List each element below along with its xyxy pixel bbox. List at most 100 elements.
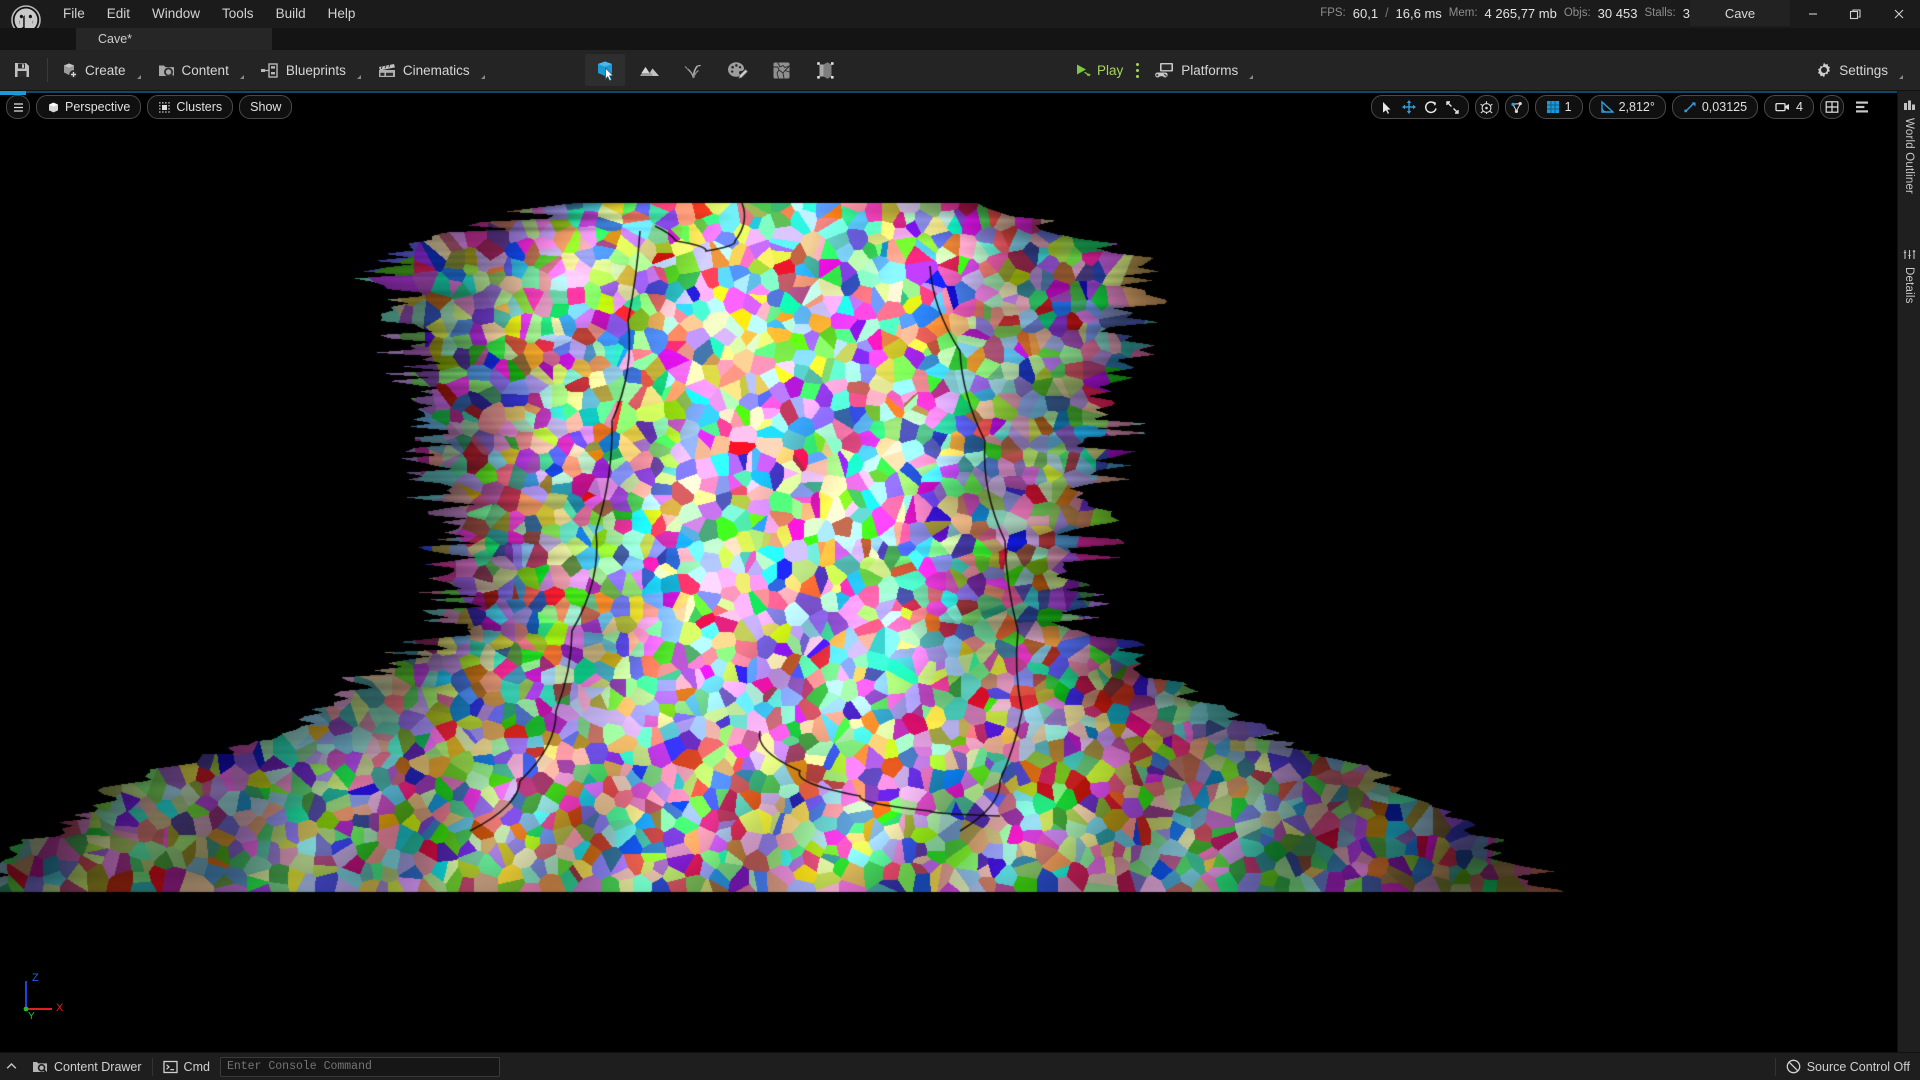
axis-x-label: X bbox=[56, 1002, 64, 1014]
title-bar: File Edit Window Tools Build Help FPS: 6… bbox=[0, 0, 1920, 35]
mem-label: Mem: bbox=[1448, 7, 1478, 19]
blueprints-node-icon bbox=[260, 62, 278, 78]
content-button[interactable]: Content bbox=[148, 50, 251, 90]
fps-value: 60,1 bbox=[1352, 5, 1379, 21]
save-button[interactable] bbox=[0, 50, 44, 90]
create-cube-icon bbox=[64, 63, 78, 79]
scale-snap-icon bbox=[1684, 102, 1696, 113]
axis-y-label: Y bbox=[28, 1011, 35, 1021]
play-icon bbox=[1077, 64, 1091, 77]
select-tool-button[interactable] bbox=[1376, 97, 1398, 117]
rotate-tool-button[interactable] bbox=[1420, 97, 1442, 117]
scale-tool-button[interactable] bbox=[1442, 97, 1464, 117]
scale-snap-control[interactable]: 0,03125 bbox=[1671, 95, 1759, 119]
console-command-input[interactable] bbox=[219, 1056, 500, 1077]
kebab-dot bbox=[1135, 62, 1139, 66]
hamburger-menu-icon bbox=[13, 102, 23, 112]
menu-item-help[interactable]: Help bbox=[317, 0, 367, 28]
gear-icon bbox=[1818, 62, 1831, 78]
platforms-label: Platforms bbox=[1181, 62, 1239, 78]
viewport-show-button[interactable]: Show bbox=[239, 95, 293, 119]
maximize-button[interactable] bbox=[1834, 0, 1877, 28]
mesh-paint-mode-icon bbox=[727, 61, 748, 79]
expand-drawer-chevron[interactable] bbox=[0, 1053, 22, 1080]
details-icon bbox=[1903, 250, 1915, 260]
chevron-down-icon bbox=[356, 75, 361, 79]
unreal-editor-window: File Edit Window Tools Build Help FPS: 6… bbox=[0, 0, 1920, 1080]
project-tab-label: Cave* bbox=[98, 32, 133, 46]
content-drawer-label: Content Drawer bbox=[54, 1059, 142, 1074]
window-controls bbox=[1791, 0, 1920, 28]
menu-item-build[interactable]: Build bbox=[265, 0, 317, 28]
axis-z-label: Z bbox=[32, 972, 39, 984]
play-button[interactable]: Play bbox=[1068, 54, 1129, 86]
content-folder-icon bbox=[158, 65, 175, 78]
platforms-gamepad-icon bbox=[1155, 62, 1174, 77]
perspective-label: Perspective bbox=[65, 100, 131, 114]
play-options-button[interactable] bbox=[1129, 54, 1145, 86]
axis-gizmo: Z X Y bbox=[23, 972, 64, 1021]
select-mode-button[interactable] bbox=[585, 54, 625, 86]
menu-item-window[interactable]: Window bbox=[141, 0, 211, 28]
project-tab-cave[interactable]: Cave* bbox=[76, 28, 272, 50]
foliage-mode-button[interactable] bbox=[673, 54, 713, 86]
chevron-up-icon bbox=[6, 1063, 16, 1069]
viewport-layout-button[interactable] bbox=[1820, 95, 1844, 119]
surface-snap-button[interactable] bbox=[1504, 95, 1529, 119]
mesh-paint-mode-button[interactable] bbox=[717, 54, 757, 86]
performance-stats: FPS: 60,1 / 16,6 ms Mem: 4 265,77 mb Obj… bbox=[1320, 0, 1690, 26]
brush-edit-mode-icon bbox=[816, 61, 834, 79]
platforms-button[interactable]: Platforms bbox=[1145, 54, 1260, 86]
chevron-down-icon bbox=[1249, 75, 1254, 79]
viewport-maximize-button[interactable] bbox=[1852, 96, 1872, 118]
source-control-off-icon bbox=[1786, 1059, 1801, 1074]
close-button[interactable] bbox=[1877, 0, 1920, 28]
cmd-button[interactable]: Cmd bbox=[153, 1053, 220, 1080]
viewport-viewmode-button[interactable]: Clusters bbox=[147, 95, 234, 119]
level-viewport[interactable]: Perspective Clusters Show 1 2,812° 0,031… bbox=[0, 91, 1898, 1053]
right-sidebar-rail: World Outliner Details bbox=[1897, 91, 1920, 1053]
menu-item-edit[interactable]: Edit bbox=[96, 0, 141, 28]
content-drawer-button[interactable]: Content Drawer bbox=[22, 1053, 152, 1080]
cube-icon bbox=[49, 102, 58, 112]
show-label: Show bbox=[250, 100, 282, 114]
stats-separator: / bbox=[1385, 6, 1389, 20]
create-button[interactable]: Create bbox=[51, 50, 148, 90]
details-label: Details bbox=[1903, 267, 1915, 304]
minimize-button[interactable] bbox=[1791, 0, 1834, 28]
menu-item-tools[interactable]: Tools bbox=[211, 0, 265, 28]
create-label: Create bbox=[85, 62, 126, 78]
camera-speed-control[interactable]: 4 bbox=[1764, 95, 1814, 119]
settings-button[interactable]: Settings bbox=[1807, 54, 1912, 86]
brush-edit-mode-button[interactable] bbox=[805, 54, 845, 86]
blueprints-button[interactable]: Blueprints bbox=[251, 50, 368, 90]
menu-bar: File Edit Window Tools Build Help bbox=[52, 0, 366, 28]
rail-tab-world-outliner[interactable]: World Outliner bbox=[1898, 91, 1920, 194]
blueprints-label: Blueprints bbox=[285, 62, 346, 78]
cursor-arrow-icon bbox=[1382, 101, 1391, 114]
viewport-menu-button[interactable] bbox=[6, 95, 30, 119]
layout-grid-icon bbox=[1825, 101, 1839, 113]
rail-tab-details[interactable]: Details bbox=[1898, 240, 1920, 304]
content-drawer-icon bbox=[33, 1062, 47, 1073]
viewport-perspective-button[interactable]: Perspective bbox=[36, 95, 142, 119]
cinematics-button[interactable]: Cinematics bbox=[368, 50, 492, 90]
status-bar-right: Source Control Off bbox=[1774, 1053, 1920, 1080]
chevron-down-icon bbox=[239, 75, 244, 79]
viewmode-label: Clusters bbox=[176, 100, 223, 114]
angle-snap-control[interactable]: 2,812° bbox=[1588, 95, 1666, 119]
fps-label: FPS: bbox=[1320, 7, 1346, 19]
move-tool-button[interactable] bbox=[1398, 97, 1420, 117]
scale-snap-value: 0,03125 bbox=[1701, 100, 1748, 114]
fracture-mode-button[interactable] bbox=[761, 54, 801, 86]
content-label: Content bbox=[181, 62, 229, 78]
landscape-mode-button[interactable] bbox=[629, 54, 669, 86]
source-control-button[interactable]: Source Control Off bbox=[1776, 1053, 1920, 1080]
window-title: Cave bbox=[1690, 0, 1790, 26]
toolbar-divider bbox=[47, 58, 48, 82]
menu-item-file[interactable]: File bbox=[52, 0, 96, 28]
grid-snap-control[interactable]: 1 bbox=[1534, 95, 1583, 119]
panel-layout-icon bbox=[1856, 101, 1868, 113]
console-prompt-icon bbox=[162, 1060, 178, 1073]
coordinate-system-button[interactable] bbox=[1474, 95, 1499, 119]
